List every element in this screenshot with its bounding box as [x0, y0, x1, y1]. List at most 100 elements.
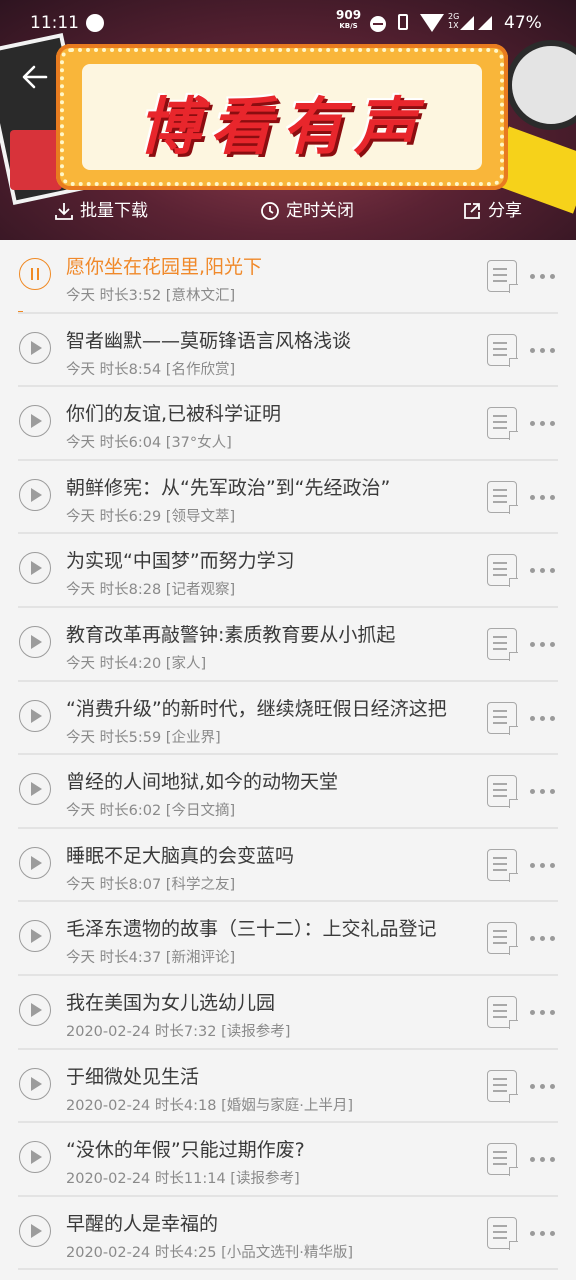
more-options-icon[interactable]: [530, 641, 556, 648]
item-source: [37°女人]: [165, 435, 232, 452]
item-source: [家人]: [165, 655, 207, 672]
item-source: [企业界]: [165, 729, 221, 746]
play-icon[interactable]: [19, 920, 51, 953]
article-icon[interactable]: [487, 1069, 518, 1103]
back-arrow-icon[interactable]: [22, 64, 48, 90]
more-options-icon[interactable]: [530, 789, 556, 795]
more-options-icon[interactable]: [530, 347, 556, 354]
more-options-icon[interactable]: [530, 421, 556, 427]
play-icon[interactable]: [19, 1067, 51, 1100]
play-icon[interactable]: [19, 846, 51, 879]
article-icon[interactable]: [487, 995, 518, 1029]
item-duration: 时长4:37: [99, 950, 162, 967]
list-item[interactable]: 睡眠不足大脑真的会变蓝吗 今天 时长8:07 [科学之友]: [0, 829, 576, 903]
marquee-screen: 博看有声: [82, 64, 482, 170]
article-icon[interactable]: [487, 554, 518, 588]
item-meta: 今天 时长3:52 [意林文汇]: [66, 284, 235, 305]
sleep-timer-button[interactable]: 定时关闭: [260, 196, 354, 226]
article-icon[interactable]: [487, 407, 518, 441]
share-icon: [464, 203, 480, 219]
list-item[interactable]: 我在美国为女儿选幼儿园 2020-02-24 时长7:32 [读报参考]: [0, 976, 576, 1050]
play-icon[interactable]: [19, 699, 51, 732]
more-options-icon[interactable]: [530, 1230, 556, 1237]
play-icon[interactable]: [19, 625, 51, 658]
list-item[interactable]: 早醒的人是幸福的 2020-02-24 时长4:25 [小品文选刊·精华版]: [0, 1197, 576, 1271]
article-icon[interactable]: [487, 627, 518, 661]
article-icon[interactable]: [487, 1216, 518, 1250]
more-options-icon[interactable]: [530, 568, 556, 574]
item-duration: 时长4:25: [154, 1244, 217, 1261]
batch-download-button[interactable]: 批量下载: [54, 196, 148, 226]
list-item[interactable]: “消费升级”的新时代，继续烧旺假日经济这把 今天 时长5:59 [企业界]: [0, 682, 576, 756]
item-title: 智者幽默——莫砺锋语言风格浅谈: [66, 329, 352, 352]
play-icon[interactable]: [19, 993, 51, 1026]
article-icon[interactable]: [487, 480, 518, 514]
item-meta: 今天 时长8:28 [记者观察]: [66, 578, 235, 599]
item-meta: 今天 时长5:59 [企业界]: [66, 726, 221, 747]
share-button[interactable]: 分享: [462, 196, 522, 226]
network-type-b: 1X: [448, 21, 459, 30]
play-icon[interactable]: [19, 331, 51, 364]
more-options-icon[interactable]: [530, 494, 556, 501]
article-icon[interactable]: [487, 260, 518, 293]
item-duration: 时长11:14: [154, 1171, 226, 1188]
network-speed: 909 KB/S: [336, 8, 362, 32]
article-icon[interactable]: [487, 333, 518, 367]
speed-value: 909: [336, 8, 362, 22]
signal-icon: [460, 16, 474, 30]
list-item[interactable]: 为实现“中国梦”而努力学习 今天 时长8:28 [记者观察]: [0, 534, 576, 608]
header-banner: 博看有声 11:11 909KB/S 2G1X 47% 批量下载 定时关闭: [0, 0, 576, 240]
item-duration: 时长6:02: [99, 803, 162, 820]
article-icon[interactable]: [487, 848, 518, 882]
film-reel-decoration: [506, 40, 576, 130]
item-meta: 2020-02-24 时长11:14 [读报参考]: [66, 1167, 300, 1188]
list-item[interactable]: 你们的友谊,已被科学证明 今天 时长6:04 [37°女人]: [0, 387, 576, 461]
play-icon[interactable]: [19, 552, 51, 585]
item-title: 曾经的人间地狱,如今的动物天堂: [66, 771, 339, 794]
download-icon: [55, 203, 73, 220]
more-options-icon[interactable]: [530, 862, 556, 869]
item-title: 教育改革再敲警钟:素质教育要从小抓起: [66, 623, 396, 646]
item-meta: 2020-02-24 时长4:25 [小品文选刊·精华版]: [66, 1241, 353, 1262]
play-icon[interactable]: [19, 405, 51, 438]
more-options-icon[interactable]: [530, 936, 556, 942]
article-icon[interactable]: [487, 922, 518, 956]
article-icon[interactable]: [487, 1143, 518, 1177]
item-source: [记者观察]: [165, 582, 236, 599]
item-meta: 今天 时长8:07 [科学之友]: [66, 873, 235, 894]
item-title: 你们的友谊,已被科学证明: [66, 403, 282, 426]
play-icon[interactable]: [19, 1214, 51, 1247]
pause-icon[interactable]: [19, 258, 51, 290]
list-item[interactable]: “没休的年假”只能过期作废? 2020-02-24 时长11:14 [读报参考]: [0, 1123, 576, 1197]
play-icon[interactable]: [19, 773, 51, 806]
more-options-icon[interactable]: [530, 274, 556, 280]
list-item[interactable]: 曾经的人间地狱,如今的动物天堂 今天 时长6:02 [今日文摘]: [0, 755, 576, 829]
article-icon[interactable]: [487, 701, 518, 735]
item-meta: 今天 时长4:37 [新湘评论]: [66, 946, 235, 967]
list-item[interactable]: 于细微处见生活 2020-02-24 时长4:18 [婚姻与家庭·上半月]: [0, 1050, 576, 1124]
item-date: 2020-02-24: [66, 1097, 151, 1114]
play-icon[interactable]: [19, 478, 51, 511]
more-options-icon[interactable]: [530, 1009, 556, 1016]
list-item[interactable]: 愿你坐在花园里,阳光下 今天 时长3:52 [意林文汇]: [0, 240, 576, 314]
item-date: 今天: [66, 288, 95, 304]
list-item[interactable]: 智者幽默——莫砺锋语言风格浅谈 今天 时长8:54 [名作欣赏]: [0, 314, 576, 388]
more-options-icon[interactable]: [530, 715, 556, 722]
more-options-icon[interactable]: [530, 1157, 556, 1163]
list-item[interactable]: 教育改革再敲警钟:素质教育要从小抓起 今天 时长4:20 [家人]: [0, 608, 576, 682]
item-source: [新湘评论]: [165, 950, 236, 967]
item-title: 愿你坐在花园里,阳光下: [66, 256, 263, 278]
network-type-a: 2G: [448, 12, 460, 21]
list-item[interactable]: 毛泽东遗物的故事（三十二）：上交礼品登记 今天 时长4:37 [新湘评论]: [0, 902, 576, 976]
item-source: [小品文选刊·精华版]: [221, 1244, 353, 1261]
item-source: [婚姻与家庭·上半月]: [221, 1097, 353, 1114]
more-options-icon[interactable]: [530, 1083, 556, 1090]
play-icon[interactable]: [19, 1141, 51, 1174]
item-meta: 今天 时长6:29 [领导文萃]: [66, 505, 235, 526]
article-icon[interactable]: [487, 775, 518, 809]
item-duration: 时长8:28: [99, 582, 162, 599]
list-item[interactable]: 朝鲜修宪：从“先军政治”到“先经政治” 今天 时长6:29 [领导文萃]: [0, 461, 576, 535]
item-duration: 时长4:18: [154, 1097, 217, 1114]
wifi-icon: [420, 14, 444, 32]
message-icon: [86, 14, 104, 32]
